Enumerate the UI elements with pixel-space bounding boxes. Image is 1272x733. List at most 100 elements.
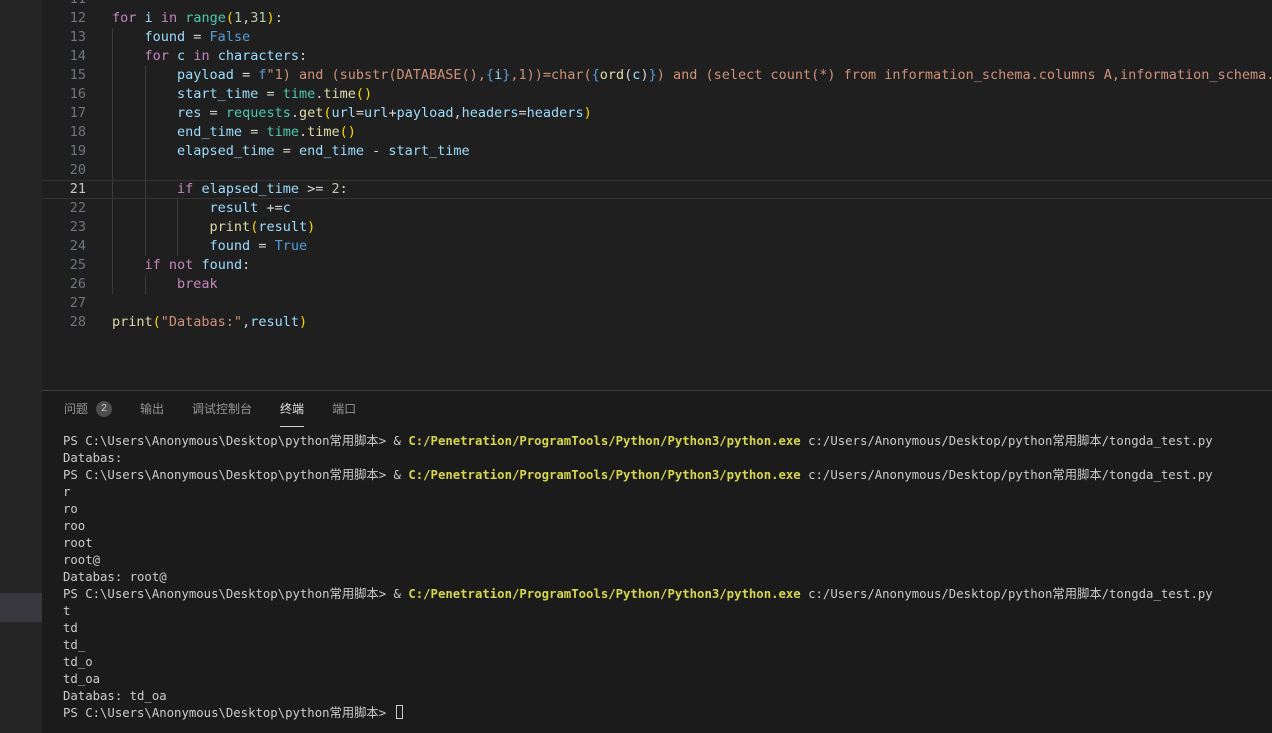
token-fb: { xyxy=(592,67,600,83)
indent-guide xyxy=(145,142,146,161)
indent-guide xyxy=(177,237,178,256)
line-number: 16 xyxy=(42,85,86,104)
token-var: headers xyxy=(527,105,584,121)
sidebar-item-highlight[interactable] xyxy=(0,593,42,622)
terminal-cursor[interactable] xyxy=(396,705,403,719)
token-var: start_time xyxy=(177,86,258,102)
terminal-line: root xyxy=(63,535,1272,552)
indent-guide xyxy=(112,142,113,161)
token-var: elapsed_time xyxy=(201,181,299,197)
tab-problems[interactable]: 问题2 xyxy=(64,391,112,427)
terminal-text: root xyxy=(63,536,93,550)
terminal-text: td_o xyxy=(63,655,93,669)
terminal-text: PS C:\Users\Anonymous\Desktop\python常用脚本… xyxy=(63,587,408,601)
code-line-content xyxy=(86,0,1272,9)
token-op: = xyxy=(201,105,225,121)
token-str: ,1))=char( xyxy=(510,67,591,83)
token-str: "1) and (substr(DATABASE(), xyxy=(266,67,485,83)
terminal-text: td xyxy=(63,621,78,635)
tab-ports[interactable]: 端口 xyxy=(332,391,356,427)
line-number: 21 xyxy=(42,181,86,198)
indent-guide xyxy=(112,199,113,218)
code-line: 25 if not found: xyxy=(42,256,1272,275)
code-line: 18 end_time = time.time() xyxy=(42,123,1272,142)
line-number: 20 xyxy=(42,161,86,180)
terminal-line: Databas: td_oa xyxy=(63,688,1272,705)
token-plain: , xyxy=(453,105,461,121)
indent-guide xyxy=(112,85,113,104)
terminal-output[interactable]: PS C:\Users\Anonymous\Desktop\python常用脚本… xyxy=(42,427,1272,722)
token-fn: get xyxy=(299,105,323,121)
code-editor[interactable]: 1112for i in range(1,31):13 found = Fals… xyxy=(42,0,1272,390)
terminal-line: PS C:\Users\Anonymous\Desktop\python常用脚本… xyxy=(63,433,1272,450)
code-line: 16 start_time = time.time() xyxy=(42,85,1272,104)
line-number: 23 xyxy=(42,218,86,237)
tab-debug-console[interactable]: 调试控制台 xyxy=(192,391,252,427)
token-op: = xyxy=(258,86,282,102)
token-var: i xyxy=(145,10,153,26)
token-brk: ( xyxy=(153,314,161,330)
indent-guide xyxy=(112,28,113,47)
line-number: 12 xyxy=(42,9,86,28)
code-line-content: for c in characters: xyxy=(86,47,1272,66)
terminal-text: PS C:\Users\Anonymous\Desktop\python常用脚本… xyxy=(63,468,408,482)
terminal-text: roo xyxy=(63,519,85,533)
code-line: 12for i in range(1,31): xyxy=(42,9,1272,28)
code-line-content: found = True xyxy=(86,237,1272,256)
token-kw: if xyxy=(177,181,193,197)
token-var: payload xyxy=(177,67,234,83)
indent-guide xyxy=(145,218,146,237)
tab-terminal[interactable]: 终端 xyxy=(280,391,304,427)
token-cls: time xyxy=(266,124,299,140)
terminal-line: PS C:\Users\Anonymous\Desktop\python常用脚本… xyxy=(63,467,1272,484)
tab-label: 调试控制台 xyxy=(192,400,252,417)
terminal-line: td xyxy=(63,620,1272,637)
terminal-command-path: C:/Penetration/ProgramTools/Python/Pytho… xyxy=(408,587,800,601)
token-var: url xyxy=(332,105,356,121)
terminal-line: r xyxy=(63,484,1272,501)
terminal-line: td_oa xyxy=(63,671,1272,688)
terminal-text: Databas: xyxy=(63,451,122,465)
indent-guide xyxy=(112,181,113,198)
token-var: end_time xyxy=(299,143,364,159)
token-plain xyxy=(210,48,218,64)
token-var: end_time xyxy=(177,124,242,140)
line-number: 18 xyxy=(42,123,86,142)
sidebar-sliver xyxy=(0,0,42,733)
line-number: 27 xyxy=(42,294,86,313)
token-var: i xyxy=(494,67,502,83)
code-line: 24 found = True xyxy=(42,237,1272,256)
code-line-content: found = False xyxy=(86,28,1272,47)
code-line: 23 print(result) xyxy=(42,218,1272,237)
token-op: = xyxy=(242,124,266,140)
line-number: 26 xyxy=(42,275,86,294)
indent-guide xyxy=(112,275,113,294)
tab-label: 端口 xyxy=(332,400,356,417)
terminal-command-path: C:/Penetration/ProgramTools/Python/Pytho… xyxy=(408,468,800,482)
indent-guide xyxy=(145,66,146,85)
code-line: 22 result +=c xyxy=(42,199,1272,218)
code-line: 26 break xyxy=(42,275,1272,294)
token-var: found xyxy=(210,238,251,254)
token-var: headers xyxy=(462,105,519,121)
terminal-text: td_ xyxy=(63,638,85,652)
token-op: = xyxy=(356,105,364,121)
token-plain xyxy=(112,257,145,273)
token-var: result xyxy=(210,200,259,216)
tab-output[interactable]: 输出 xyxy=(140,391,164,427)
terminal-line: Databas: root@ xyxy=(63,569,1272,586)
token-plain xyxy=(112,238,210,254)
line-number: 19 xyxy=(42,142,86,161)
terminal-command-path: C:/Penetration/ProgramTools/Python/Pytho… xyxy=(408,434,800,448)
indent-guide xyxy=(112,237,113,256)
code-line: 13 found = False xyxy=(42,28,1272,47)
code-line-content xyxy=(86,294,1272,313)
code-line-content: if elapsed_time >= 2: xyxy=(86,181,1272,198)
terminal-line: td_ xyxy=(63,637,1272,654)
indent-guide xyxy=(145,104,146,123)
bottom-panel: 问题2 输出 调试控制台 终端 端口 PS C:\Users\Anonymous\Des… xyxy=(42,390,1272,733)
line-number: 24 xyxy=(42,237,86,256)
terminal-text: c:/Users/Anonymous/Desktop/python常用脚本/to… xyxy=(801,587,1213,601)
terminal-text: PS C:\Users\Anonymous\Desktop\python常用脚本… xyxy=(63,706,394,720)
code-line-content: res = requests.get(url=url+payload,heade… xyxy=(86,104,1272,123)
